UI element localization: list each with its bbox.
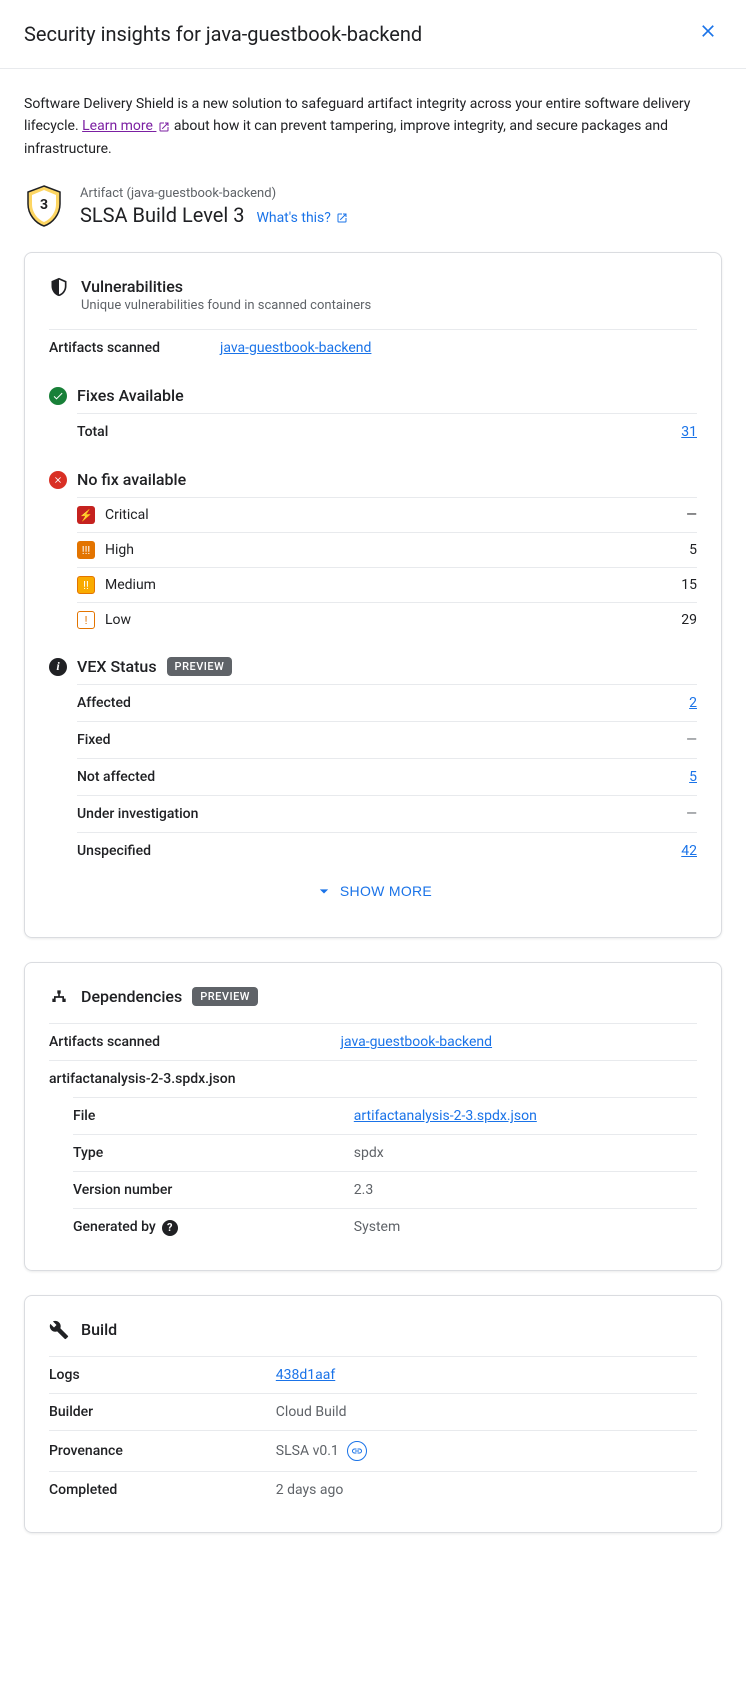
severity-count[interactable]: 5 xyxy=(689,542,697,558)
close-icon xyxy=(698,21,718,41)
deps-value: System xyxy=(354,1219,697,1235)
severity-name: Medium xyxy=(105,577,156,593)
deps-row: Version number2.3 xyxy=(73,1171,697,1208)
severity-count: — xyxy=(686,507,697,523)
build-card: Build Logs438d1aafBuilderCloud BuildProv… xyxy=(24,1295,722,1533)
vex-row: Not affected 5 xyxy=(77,758,697,795)
deps-key: Generated by? xyxy=(73,1219,354,1236)
preview-badge: PREVIEW xyxy=(192,987,258,1006)
fixes-available-title: Fixes Available xyxy=(77,386,184,405)
total-count-link[interactable]: 31 xyxy=(681,424,697,440)
artifacts-scanned-link[interactable]: java-guestbook-backend xyxy=(220,340,697,356)
deps-scanned-label: Artifacts scanned xyxy=(49,1034,341,1050)
severity-badge-icon: !!! xyxy=(77,541,95,559)
x-icon xyxy=(49,471,67,489)
help-icon[interactable]: ? xyxy=(162,1220,178,1236)
vex-count[interactable]: 2 xyxy=(689,695,697,711)
vex-row: Fixed — xyxy=(77,721,697,758)
info-icon: i xyxy=(49,658,67,676)
deps-value: 2.3 xyxy=(354,1182,697,1198)
severity-count[interactable]: 29 xyxy=(681,612,697,628)
severity-row: !! Medium 15 xyxy=(77,567,697,602)
severity-name: Low xyxy=(105,612,131,628)
vex-row: Unspecified 42 xyxy=(77,832,697,869)
close-button[interactable] xyxy=(694,16,722,52)
severity-badge-icon: ! xyxy=(77,611,95,629)
slsa-shield-icon: 3 xyxy=(24,184,64,228)
wrench-icon xyxy=(49,1320,69,1340)
vex-count: — xyxy=(686,806,697,822)
deps-value[interactable]: artifactanalysis-2-3.spdx.json xyxy=(354,1108,697,1124)
dependencies-icon xyxy=(49,987,69,1007)
vex-row: Affected 2 xyxy=(77,684,697,721)
vex-count[interactable]: 5 xyxy=(689,769,697,785)
deps-row: Generated by?System xyxy=(73,1208,697,1246)
dependencies-card: Dependencies PREVIEW Artifacts scanned j… xyxy=(24,962,722,1271)
shield-icon xyxy=(49,277,69,297)
build-row: BuilderCloud Build xyxy=(49,1393,697,1430)
link-icon[interactable] xyxy=(347,1441,367,1461)
external-link-icon xyxy=(336,212,348,224)
build-row: ProvenanceSLSA v0.1 xyxy=(49,1430,697,1471)
build-row: Completed2 days ago xyxy=(49,1471,697,1508)
check-icon xyxy=(49,387,67,405)
vex-count[interactable]: 42 xyxy=(681,843,697,859)
build-row: Logs438d1aaf xyxy=(49,1356,697,1393)
learn-more-link[interactable]: Learn more xyxy=(82,118,170,134)
slsa-level: SLSA Build Level 3 xyxy=(80,203,244,227)
vex-name: Unspecified xyxy=(77,843,151,859)
vex-title: VEX Status xyxy=(77,657,157,676)
build-key: Logs xyxy=(49,1367,276,1383)
deps-row: Fileartifactanalysis-2-3.spdx.json xyxy=(73,1097,697,1134)
severity-row: ! Low 29 xyxy=(77,602,697,637)
build-value: Cloud Build xyxy=(276,1404,347,1420)
build-value: 2 days ago xyxy=(276,1482,344,1498)
vuln-subtitle: Unique vulnerabilities found in scanned … xyxy=(81,298,371,313)
chevron-down-icon xyxy=(314,881,334,901)
severity-row: !!! High 5 xyxy=(77,532,697,567)
severity-name: Critical xyxy=(105,507,149,523)
severity-count[interactable]: 15 xyxy=(681,577,697,593)
vex-count: — xyxy=(686,732,697,748)
deps-file-group: artifactanalysis-2-3.spdx.json xyxy=(49,1060,697,1097)
build-key: Completed xyxy=(49,1482,276,1498)
intro-text: Software Delivery Shield is a new soluti… xyxy=(24,93,722,160)
artifact-label: Artifact (java-guestbook-backend) xyxy=(80,186,348,201)
deps-value: spdx xyxy=(354,1145,697,1161)
deps-title: Dependencies xyxy=(81,987,182,1006)
no-fix-title: No fix available xyxy=(77,470,186,489)
severity-name: High xyxy=(105,542,134,558)
build-key: Provenance xyxy=(49,1443,276,1459)
vulnerabilities-card: Vulnerabilities Unique vulnerabilities f… xyxy=(24,252,722,938)
deps-row: Typespdx xyxy=(73,1134,697,1171)
vex-name: Fixed xyxy=(77,732,111,748)
build-value[interactable]: 438d1aaf xyxy=(276,1367,335,1383)
external-link-icon xyxy=(158,121,170,133)
severity-badge-icon: ⚡ xyxy=(77,506,95,524)
deps-key: Type xyxy=(73,1145,354,1161)
build-value: SLSA v0.1 xyxy=(276,1443,339,1459)
vuln-title: Vulnerabilities xyxy=(81,277,371,296)
page-title: Security insights for java-guestbook-bac… xyxy=(24,22,422,46)
vex-name: Under investigation xyxy=(77,806,198,822)
artifacts-scanned-label: Artifacts scanned xyxy=(49,340,160,356)
deps-scanned-link[interactable]: java-guestbook-backend xyxy=(341,1034,697,1050)
total-label: Total xyxy=(77,424,108,440)
vex-name: Not affected xyxy=(77,769,155,785)
severity-badge-icon: !! xyxy=(77,576,95,594)
build-key: Builder xyxy=(49,1404,276,1420)
severity-row: ⚡ Critical — xyxy=(77,497,697,532)
build-title: Build xyxy=(81,1320,117,1339)
deps-key: Version number xyxy=(73,1182,354,1198)
preview-badge: PREVIEW xyxy=(167,657,233,676)
svg-text:3: 3 xyxy=(40,197,48,213)
whats-this-link[interactable]: What's this? xyxy=(256,210,348,226)
vex-name: Affected xyxy=(77,695,131,711)
deps-key: File xyxy=(73,1108,354,1124)
vex-row: Under investigation — xyxy=(77,795,697,832)
show-more-button[interactable]: SHOW MORE xyxy=(49,869,697,913)
